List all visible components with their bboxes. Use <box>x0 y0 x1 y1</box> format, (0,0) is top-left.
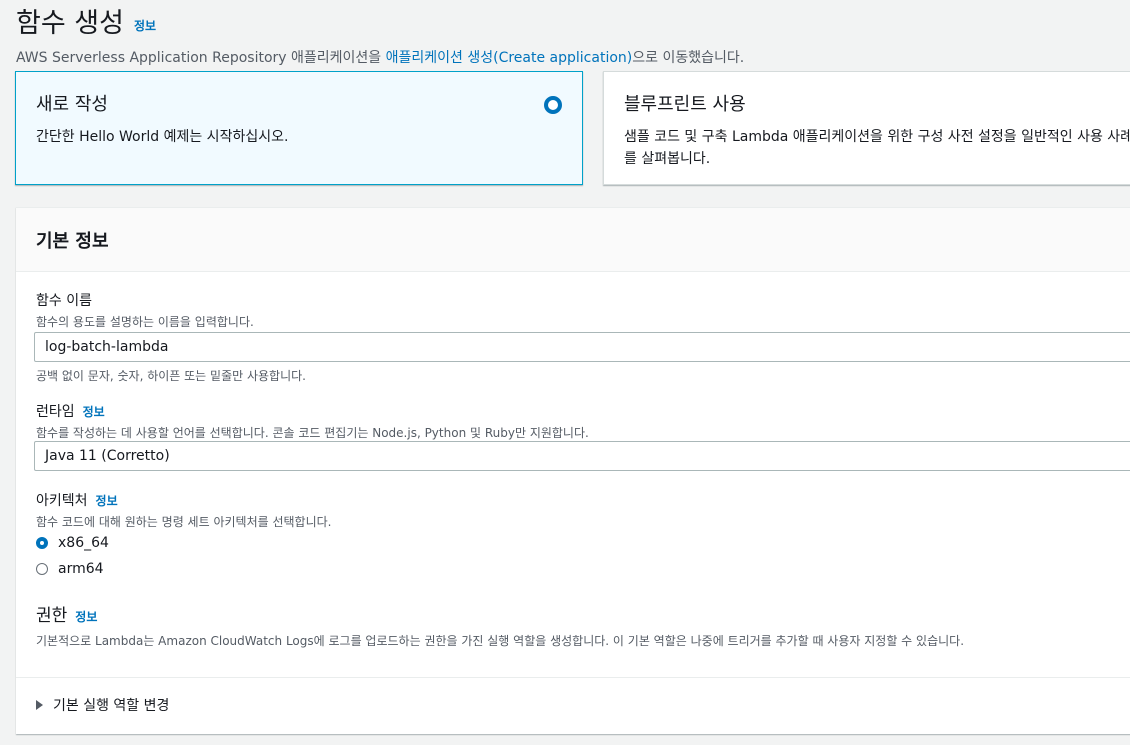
runtime-select[interactable]: Java 11 (Corretto) <box>34 441 1130 471</box>
page-title-info-link[interactable]: 정보 <box>134 17 156 34</box>
function-name-input[interactable]: log-batch-lambda <box>34 332 1130 362</box>
page-title: 함수 생성 <box>16 8 124 39</box>
function-name-label: 함수 이름 <box>36 293 92 309</box>
basic-info-panel: 기본 정보 함수 이름 함수의 용도를 설명하는 이름을 입력합니다. log-… <box>16 207 1130 734</box>
caret-right-icon <box>36 700 43 710</box>
section-divider <box>16 677 1130 678</box>
radio-unchecked-icon[interactable] <box>36 563 48 575</box>
function-name-desc: 함수의 용도를 설명하는 이름을 입력합니다. <box>36 315 254 329</box>
runtime-label: 런타임 <box>36 404 75 420</box>
runtime-info-link[interactable]: 정보 <box>83 405 105 419</box>
function-name-constraint: 공백 없이 문자, 숫자, 하이픈 또는 밑줄만 사용합니다. <box>36 369 306 383</box>
architecture-info-link[interactable]: 정보 <box>96 494 118 508</box>
runtime-desc: 함수를 작성하는 데 사용할 언어를 선택합니다. 콘솔 코드 편집기는 Nod… <box>36 426 589 440</box>
panel-header: 기본 정보 <box>16 208 1130 272</box>
architecture-option-label: arm64 <box>58 561 104 577</box>
expander-label: 기본 실행 역할 변경 <box>53 698 170 714</box>
radio-checked-icon[interactable] <box>36 537 48 549</box>
option-desc: 간단한 Hello World 예제는 시작하십시오. <box>36 129 289 145</box>
permissions-field: 권한 정보 기본적으로 Lambda는 Amazon CloudWatch Log… <box>36 601 964 649</box>
option-desc: 샘플 코드 및 구축 Lambda 애플리케이션을 위한 구성 사전 설정을 일… <box>624 129 1130 167</box>
page-header: 함수 생성 정보 <box>16 0 156 44</box>
panel-title: 기본 정보 <box>36 230 109 252</box>
option-author-from-scratch[interactable]: 새로 작성 간단한 Hello World 예제는 시작하십시오. <box>15 71 583 185</box>
architecture-option-label: x86_64 <box>58 535 109 551</box>
function-name-field: 함수 이름 함수의 용도를 설명하는 이름을 입력합니다. <box>36 290 254 330</box>
permissions-desc: 기본적으로 Lambda는 Amazon CloudWatch Logs에 로그… <box>36 634 965 648</box>
option-use-blueprint[interactable]: 블루프린트 사용 샘플 코드 및 구축 Lambda 애플리케이션을 위한 구성… <box>603 71 1130 185</box>
architecture-option-arm64[interactable]: arm64 <box>36 561 104 577</box>
architecture-label: 아키텍처 <box>36 493 88 509</box>
page-subtitle: AWS Serverless Application Repository 애플… <box>16 47 744 67</box>
option-radio-selected[interactable] <box>544 96 562 114</box>
option-title: 새로 작성 <box>36 94 108 115</box>
subtitle-text-end: 으로 이동했습니다. <box>632 50 745 66</box>
architecture-field: 아키텍처 정보 함수 코드에 대해 원하는 명령 세트 아키텍처를 선택합니다. <box>36 490 331 530</box>
architecture-desc: 함수 코드에 대해 원하는 명령 세트 아키텍처를 선택합니다. <box>36 515 332 529</box>
architecture-option-x86[interactable]: x86_64 <box>36 535 109 551</box>
create-application-link[interactable]: 애플리케이션 생성(Create application) <box>386 50 633 66</box>
permissions-label: 권한 <box>36 606 68 626</box>
runtime-field: 런타임 정보 함수를 작성하는 데 사용할 언어를 선택합니다. 콘솔 코드 편집… <box>36 401 589 441</box>
change-default-role-expander[interactable]: 기본 실행 역할 변경 <box>36 695 169 715</box>
subtitle-text: AWS Serverless Application Repository 애플… <box>16 50 386 66</box>
permissions-info-link[interactable]: 정보 <box>75 610 97 624</box>
option-title: 블루프린트 사용 <box>624 94 746 115</box>
